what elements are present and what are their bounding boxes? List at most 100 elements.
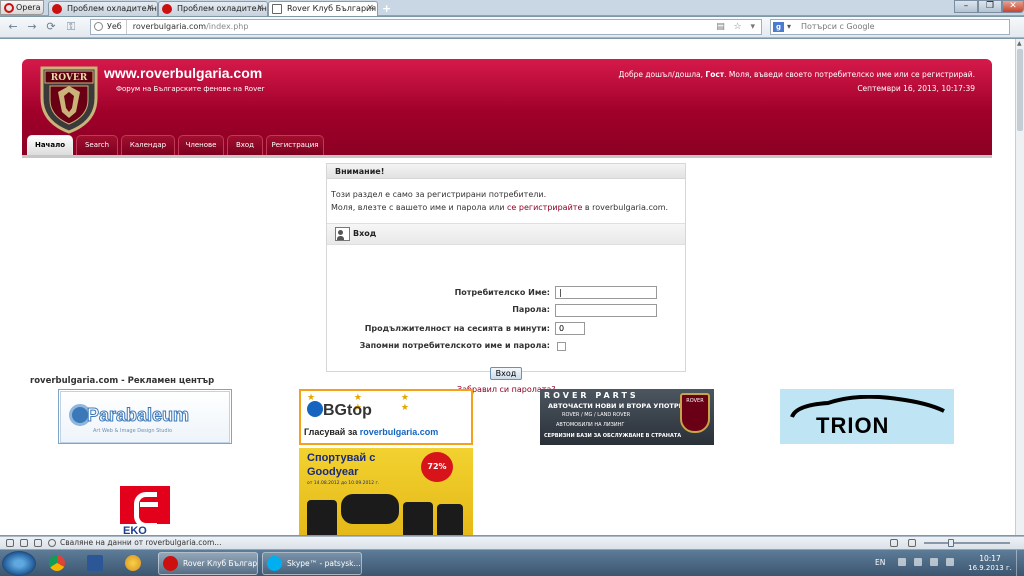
opera-logo-icon — [4, 2, 14, 13]
taskbar-task-skype[interactable]: Skype™ - patsysk... — [262, 552, 362, 575]
page-favicon-icon — [272, 4, 282, 14]
zoom-slider[interactable] — [924, 542, 1010, 544]
panel-toggle-icon[interactable] — [6, 539, 14, 547]
opera-favicon-icon — [162, 4, 172, 14]
browser-tab-active[interactable]: Rover Клуб България × — [268, 1, 378, 16]
eko-logo-icon — [120, 486, 170, 528]
username-label: Потребителско Име: — [454, 288, 550, 297]
remember-me-label: Запомни потребителското име и парола: — [359, 341, 550, 350]
tab-close-icon[interactable]: × — [146, 2, 154, 15]
key-icon[interactable]: ⚿ — [64, 20, 78, 34]
status-text: Сваляне на данни от roverbulgaria.com... — [60, 538, 222, 547]
scrollbar-thumb[interactable] — [1017, 49, 1023, 131]
language-indicator[interactable]: EN — [875, 558, 885, 567]
opera-unite-icon[interactable] — [34, 539, 42, 547]
forum-header: ROVER www.roverbulgaria.com Форум на Бъл… — [22, 59, 992, 155]
paint-icon — [125, 555, 141, 571]
login-button[interactable]: Вход — [490, 367, 522, 380]
search-input[interactable]: g ▾ Потърси с Google — [770, 19, 1010, 35]
session-length-label: Продължителност на сесията в минути: — [364, 324, 550, 333]
show-desktop-button[interactable] — [1016, 550, 1024, 576]
password-label: Парола: — [512, 305, 550, 314]
session-length-input[interactable]: 0 — [555, 322, 585, 335]
flag-icon[interactable] — [914, 558, 922, 566]
minimize-button[interactable]: – — [954, 0, 978, 13]
zoom-fit-icon[interactable] — [908, 539, 916, 547]
opera-menu-button[interactable]: Opera — [0, 0, 44, 15]
clock-time[interactable]: 10:17 — [968, 554, 1012, 563]
tab-members[interactable]: Членове — [178, 135, 224, 155]
tab-close-icon[interactable]: × — [366, 2, 374, 15]
taskbar-task-opera[interactable]: Rover Клуб Българ... — [158, 552, 258, 575]
opera-favicon-icon — [52, 4, 62, 14]
login-section-title: Вход — [327, 223, 685, 245]
volume-icon[interactable] — [946, 558, 954, 566]
welcome-message: Добре дошъл/дошла, Гост. Моля, въведи св… — [618, 70, 975, 79]
browser-tab[interactable]: Проблем охладителн... × — [48, 1, 158, 16]
ad-banner-trion[interactable]: TRION — [780, 389, 954, 444]
tab-close-icon[interactable]: × — [256, 2, 264, 15]
forward-arrow-icon[interactable]: → — [25, 20, 39, 34]
notice-text: Моля, влезте с вашето име и парола или с… — [331, 203, 669, 212]
rss-star-icons[interactable]: ▤ ☆ ▾ — [716, 20, 758, 34]
rover-shield-logo[interactable]: ROVER — [38, 64, 100, 134]
chrome-icon — [49, 555, 65, 571]
address-bar: ← → ⟳ ⚿ Уеб roverbulgaria.com/index.php ▤… — [0, 17, 1024, 38]
back-arrow-icon[interactable]: ← — [6, 20, 20, 34]
ad-banner-parabaleum[interactable]: Parabaleum Art Web & Image Design Studio — [58, 389, 232, 444]
start-button[interactable] — [2, 551, 36, 576]
username-input[interactable]: | — [555, 286, 657, 299]
page-viewport: ROVER www.roverbulgaria.com Форум на Бъл… — [0, 39, 1015, 535]
password-input[interactable] — [555, 304, 657, 317]
tab-login[interactable]: Вход — [227, 135, 263, 155]
ad-banner-bgtop[interactable]: ★ ★ ★ ★ ★ ★ BGtop Гласувай за roverbulga… — [299, 389, 473, 445]
site-title[interactable]: www.roverbulgaria.com — [104, 65, 262, 81]
tab-home[interactable]: Начало — [27, 135, 73, 155]
header-divider — [22, 155, 992, 158]
rover-shield-icon — [680, 393, 710, 433]
taskbar-paint[interactable] — [116, 552, 150, 575]
browser-status-bar: Сваляне на данни от roverbulgaria.com... — [0, 536, 1024, 549]
browser-tab[interactable]: Проблем охладителн... × — [158, 1, 268, 16]
maximize-button[interactable]: ❐ — [978, 0, 1002, 13]
remember-me-checkbox[interactable] — [557, 342, 566, 351]
tab-calendar[interactable]: Календар — [121, 135, 175, 155]
turbo-icon[interactable] — [20, 539, 28, 547]
register-link[interactable]: се регистрирайте — [507, 203, 582, 212]
close-window-button[interactable]: ✕ — [1002, 0, 1024, 13]
discount-badge: 72% — [421, 452, 453, 482]
skype-icon — [267, 556, 282, 571]
google-icon: g — [773, 22, 784, 32]
windows-taskbar: Rover Клуб Българ... Skype™ - patsysk...… — [0, 549, 1024, 576]
ad-banner-rover-parts[interactable]: ROVER PARTS АВТОЧАСТИ НОВИ И ВТОРА УПОТР… — [540, 389, 714, 445]
vertical-scrollbar[interactable]: ▲ — [1015, 39, 1024, 535]
chevron-down-icon[interactable]: ▾ — [787, 20, 791, 34]
bgtop-logo-icon — [307, 401, 323, 417]
loading-icon — [48, 539, 56, 547]
url-path: /index.php — [206, 22, 249, 31]
reload-icon[interactable]: ⟳ — [44, 20, 58, 34]
tab-search[interactable]: Search — [76, 135, 118, 155]
sports-bags-image — [307, 492, 465, 535]
ads-section-title: roverbulgaria.com - Рекламен център — [30, 376, 215, 386]
site-subtitle: Форум на Българските фенове на Rover — [116, 85, 265, 93]
zoom-slider-handle[interactable] — [948, 539, 954, 547]
login-panel: Внимание! Този раздел е само за регистри… — [326, 163, 686, 394]
current-datetime: Септември 16, 2013, 10:17:39 — [857, 84, 975, 93]
ad-banner-goodyear[interactable]: Спортувай с Goodyear 72% от 14.08.2012 д… — [299, 448, 473, 535]
browser-tab-bar: Opera Проблем охладителн... × Проблем охл… — [0, 0, 1024, 16]
view-icon[interactable] — [890, 539, 898, 547]
taskbar-chrome[interactable] — [40, 552, 74, 575]
guest-username: Гост — [705, 70, 725, 79]
site-info-badge[interactable]: Уеб — [91, 20, 127, 34]
tab-register[interactable]: Регистрация — [266, 135, 324, 155]
search-placeholder: Потърси с Google — [801, 22, 875, 31]
tray-arrow-icon[interactable] — [898, 558, 906, 566]
taskbar-word[interactable] — [78, 552, 112, 575]
url-field[interactable]: Уеб roverbulgaria.com/index.php ▤ ☆ ▾ — [90, 19, 762, 35]
network-icon[interactable] — [930, 558, 938, 566]
new-tab-button[interactable]: + — [382, 2, 391, 15]
ad-banner-eko[interactable]: EKO — [117, 484, 173, 535]
clock-date[interactable]: 16.9.2013 г. — [968, 564, 1012, 572]
scroll-up-icon[interactable]: ▲ — [1017, 40, 1022, 47]
